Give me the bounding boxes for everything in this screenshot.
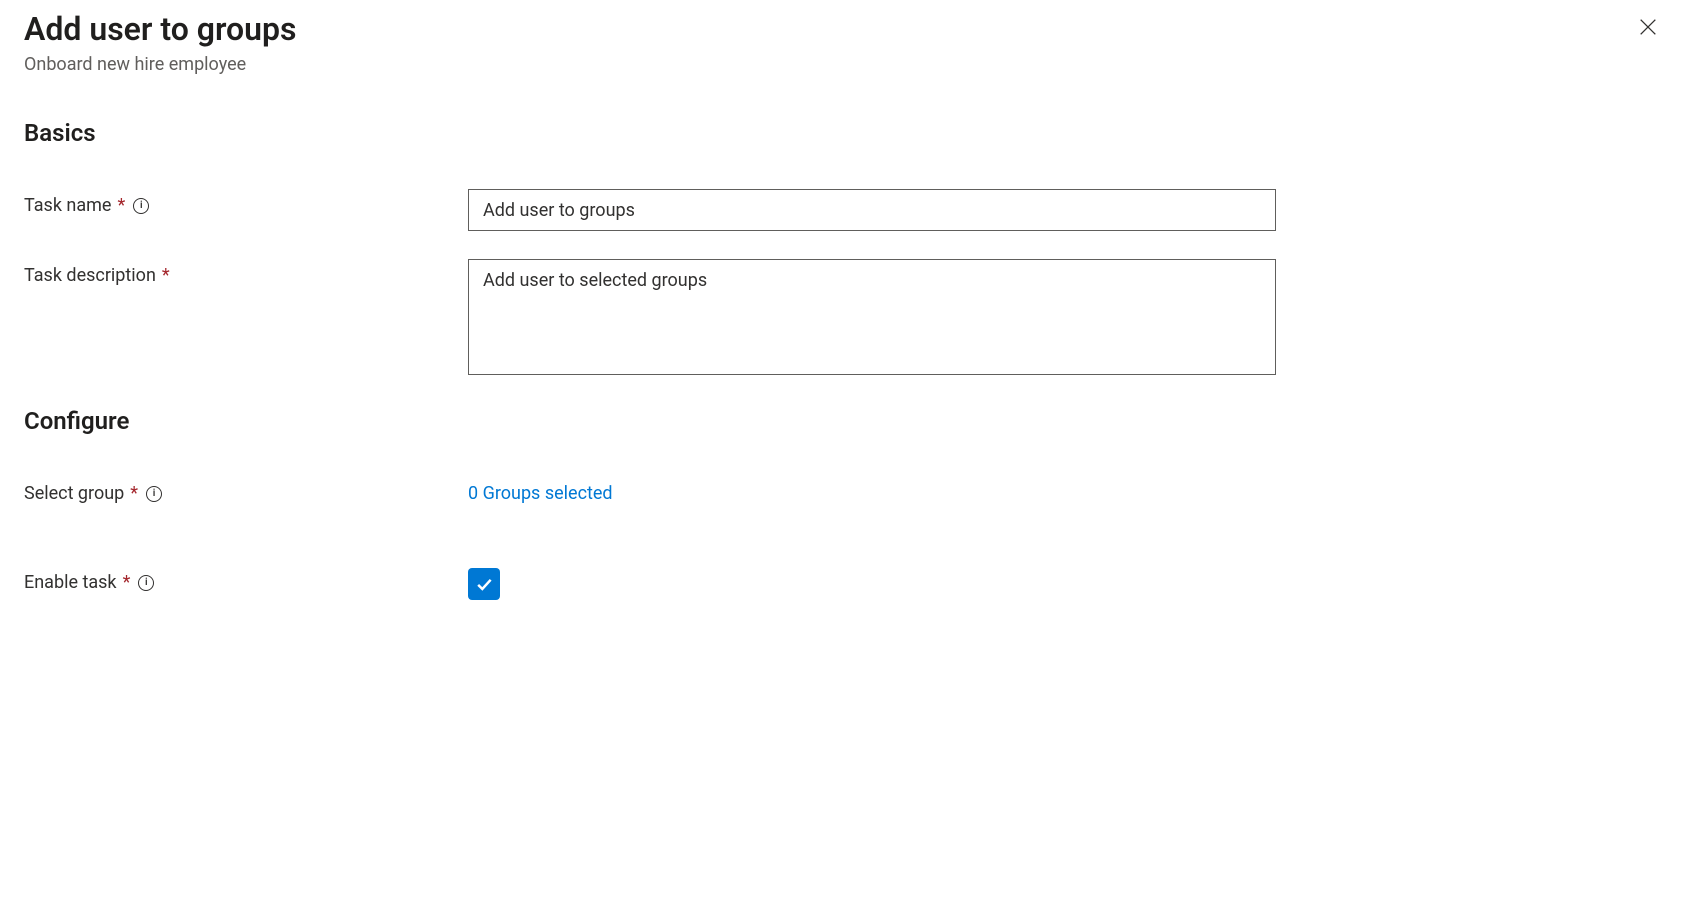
close-icon <box>1637 16 1659 38</box>
enable-task-label: Enable task <box>24 572 117 593</box>
info-icon[interactable]: i <box>138 575 154 591</box>
page-title: Add user to groups <box>24 10 296 48</box>
select-group-link[interactable]: 0 Groups selected <box>468 477 613 504</box>
task-description-label: Task description <box>24 265 156 286</box>
info-icon[interactable]: i <box>133 198 149 214</box>
page-subtitle: Onboard new hire employee <box>24 54 296 75</box>
required-indicator: * <box>117 195 125 216</box>
required-indicator: * <box>123 572 131 593</box>
required-indicator: * <box>130 483 138 504</box>
enable-task-checkbox[interactable] <box>468 568 500 600</box>
task-name-input[interactable] <box>468 189 1276 231</box>
configure-section-title: Configure <box>24 407 1669 435</box>
task-name-label: Task name <box>24 195 111 216</box>
basics-section-title: Basics <box>24 119 1669 147</box>
task-description-input[interactable] <box>468 259 1276 375</box>
select-group-label: Select group <box>24 483 124 504</box>
required-indicator: * <box>162 265 170 286</box>
close-button[interactable] <box>1631 10 1665 47</box>
checkmark-icon <box>474 574 494 594</box>
info-icon[interactable]: i <box>146 486 162 502</box>
